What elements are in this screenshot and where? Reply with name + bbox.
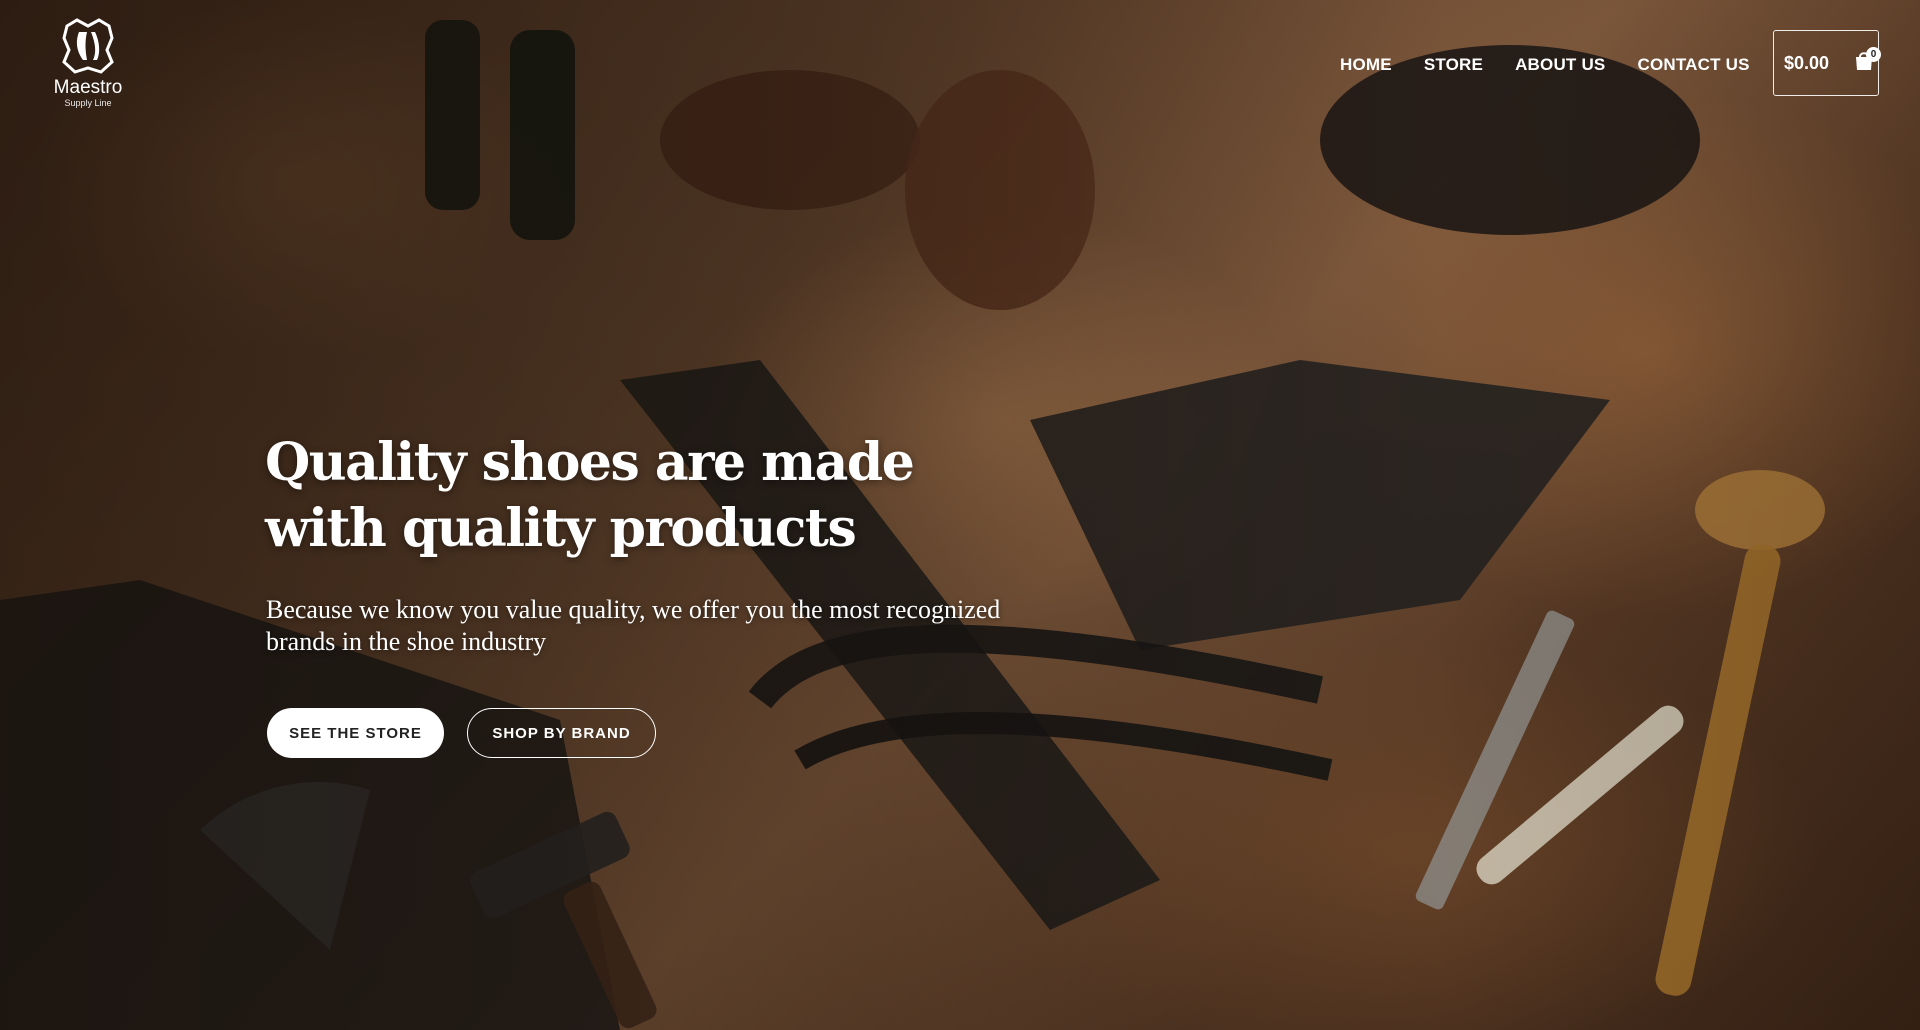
cart-button[interactable]: $0.00 0 (1773, 30, 1881, 96)
nav-item-about-us[interactable]: ABOUT US (1515, 55, 1605, 75)
hero-subtitle: Because we know you value quality, we of… (266, 595, 1001, 656)
brand-logo[interactable]: Maestro Supply Line (48, 16, 128, 112)
brand-name: Maestro (53, 77, 123, 98)
shoe-crest-icon (62, 18, 114, 74)
cart-count-badge: 0 (1866, 47, 1881, 62)
see-the-store-button[interactable]: SEE THE STORE (267, 708, 444, 758)
shop-by-brand-button[interactable]: SHOP BY BRAND (467, 708, 656, 758)
nav-item-store[interactable]: STORE (1424, 55, 1483, 75)
main-nav: HOME STORE ABOUT US CONTACT US (1340, 52, 1782, 78)
hero-title: Quality shoes are made with quality prod… (265, 432, 915, 559)
nav-item-contact-us[interactable]: CONTACT US (1637, 55, 1749, 75)
nav-item-home[interactable]: HOME (1340, 55, 1392, 75)
cart-total: $0.00 (1784, 52, 1830, 73)
brand-tagline: Supply Line (64, 98, 112, 108)
